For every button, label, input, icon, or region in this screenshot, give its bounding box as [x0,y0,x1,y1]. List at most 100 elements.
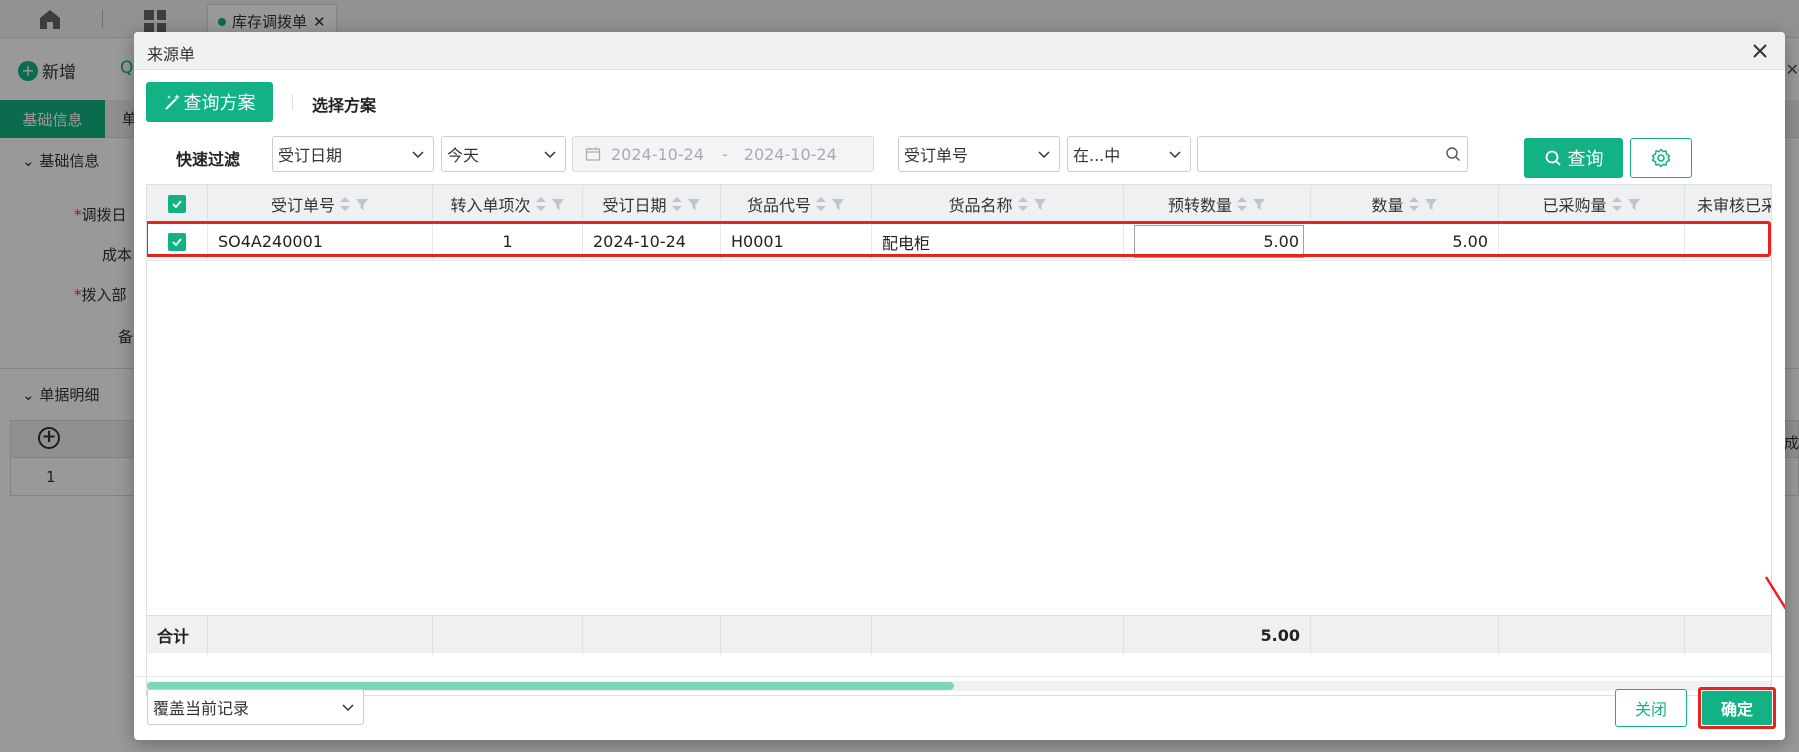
col-product-code[interactable]: 货品代号 [721,185,872,223]
import-mode-value: 覆盖当前记录 [153,699,250,718]
chevron-down-icon [1038,151,1050,159]
cell-purchased-qty [1499,223,1685,260]
sort-icon[interactable] [535,196,547,212]
col-label: 转入单项次 [450,196,531,215]
magic-wand-icon [164,94,180,110]
col-label: 数量 [1371,196,1404,215]
header-select-all[interactable] [147,185,208,223]
query-button[interactable]: 查询 [1524,138,1623,178]
filter-field2-value: 受订单号 [904,146,969,165]
sort-icon[interactable] [1611,196,1623,212]
date-from: 2024-10-24 [611,144,704,164]
sort-icon[interactable] [815,196,827,212]
date-range-input[interactable]: 2024-10-24 - 2024-10-24 [572,136,874,172]
cell-qty: 5.00 [1311,223,1499,260]
chevron-down-icon [544,151,556,159]
total-cell [872,616,1124,654]
filter-field-value: 受订日期 [278,146,343,165]
row-checkbox[interactable] [168,232,186,251]
check-icon [172,200,182,209]
filter-value-input[interactable] [1197,136,1468,172]
filter-icon[interactable] [1424,197,1438,211]
total-pre-transfer-qty: 5.00 [1124,616,1311,654]
select-scheme-tab[interactable]: 选择方案 [312,92,376,116]
source-order-grid: 受订单号 转入单项次 受订日期 货品代号 货品名称 预转数量 数量 已采购量 未… [146,184,1772,696]
filter-icon[interactable] [687,197,701,211]
col-qty[interactable]: 数量 [1311,185,1499,223]
query-button-label: 查询 [1567,149,1604,170]
import-mode-select[interactable]: 覆盖当前记录 [147,689,364,725]
query-scheme-button[interactable]: 查询方案 [146,82,273,122]
filter-icon[interactable] [1627,197,1641,211]
confirm-button[interactable]: 确定 [1702,691,1772,725]
operator-select[interactable]: 在...中 [1067,136,1191,172]
close-icon[interactable] [1747,38,1773,64]
close-button[interactable]: 关闭 [1615,689,1687,727]
grid-total-row: 合计 5.00 [147,615,1771,654]
col-order-date[interactable]: 受订日期 [583,185,721,223]
footer-divider [134,676,1785,677]
col-item-seq[interactable]: 转入单项次 [433,185,583,223]
col-purchased-qty[interactable]: 已采购量 [1499,185,1685,223]
col-order-no[interactable]: 受订单号 [208,185,433,223]
cell-item-seq: 1 [433,223,583,260]
sort-icon[interactable] [339,196,351,212]
calendar-icon [585,147,601,161]
table-row[interactable]: SO4A240001 1 2024-10-24 H0001 配电柜 5.00 5… [147,223,1771,261]
filter-icon[interactable] [1033,197,1047,211]
chevron-down-icon [342,704,354,712]
total-cell [1499,616,1685,654]
total-cell [1311,616,1499,654]
horizontal-scrollbar[interactable] [147,681,1771,691]
sort-icon[interactable] [1017,196,1029,212]
dialog-title: 来源单 [147,45,196,64]
dialog-header: 来源单 [134,32,1785,70]
sort-icon[interactable] [1408,196,1420,212]
grid-header: 受订单号 转入单项次 受订日期 货品代号 货品名称 预转数量 数量 已采购量 未… [147,185,1771,223]
quick-filter-label: 快速过滤 [176,150,241,169]
col-label: 预转数量 [1167,196,1232,215]
period-select[interactable]: 今天 [441,136,566,172]
cell-order-no: SO4A240001 [208,223,433,260]
filter-field-select[interactable]: 受订日期 [272,136,434,172]
filter-field2-select[interactable]: 受订单号 [898,136,1060,172]
cell-product-code: H0001 [721,223,872,260]
chevron-down-icon [412,151,424,159]
col-product-name[interactable]: 货品名称 [872,185,1124,223]
sort-icon[interactable] [671,196,683,212]
chevron-down-icon [1169,151,1181,159]
filter-icon[interactable] [831,197,845,211]
col-label: 已采购量 [1542,196,1607,215]
query-scheme-label: 查询方案 [183,93,256,114]
search-icon[interactable] [1445,146,1461,162]
scheme-divider [292,94,293,110]
cell-unaudited-purchased [1685,223,1771,260]
check-icon [172,237,182,246]
total-cell [208,616,433,654]
col-label: 受订日期 [602,196,667,215]
cell-order-date: 2024-10-24 [583,223,721,260]
sort-icon[interactable] [1236,196,1248,212]
period-value: 今天 [447,146,480,165]
filter-icon[interactable] [1252,197,1266,211]
filter-icon[interactable] [551,197,565,211]
col-label: 货品名称 [948,196,1013,215]
total-cell [433,616,583,654]
col-pre-transfer-qty[interactable]: 预转数量 [1124,185,1311,223]
select-all-checkbox[interactable] [168,195,186,213]
filter-icon[interactable] [355,197,369,211]
total-cell [583,616,721,654]
col-label: 货品代号 [746,196,811,215]
total-label: 合计 [147,616,208,654]
source-order-dialog: 来源单 查询方案 选择方案 快速过滤 受订日期 今天 2024-10-24 - … [134,32,1785,740]
cell-product-name: 配电柜 [872,223,1124,260]
col-unaudited-purchased[interactable]: 未审核已采 [1685,185,1771,223]
total-cell [721,616,872,654]
search-icon [1545,150,1561,166]
row-checkbox-cell[interactable] [147,223,208,260]
cell-pre-transfer-qty-input[interactable]: 5.00 [1134,225,1304,258]
settings-button[interactable] [1630,138,1692,178]
date-to: 2024-10-24 [743,144,837,164]
date-separator: - [721,144,728,164]
col-label: 受订单号 [270,196,335,215]
